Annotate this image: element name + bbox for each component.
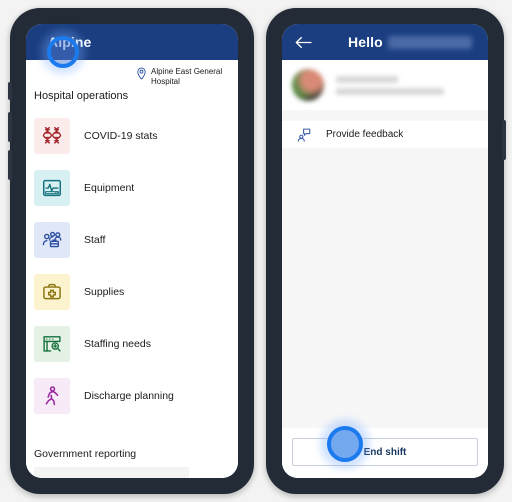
- phone-screen-left: Alpine Alpine East General Hospital Hosp…: [26, 24, 238, 478]
- list-item-supplies[interactable]: Supplies: [26, 266, 238, 318]
- list-item-staff[interactable]: Staff: [26, 214, 238, 266]
- app-header-left: Alpine: [26, 24, 238, 60]
- list-item-discharge-planning[interactable]: Discharge planning: [26, 370, 238, 422]
- tile-supplies: [34, 274, 70, 310]
- end-shift-button[interactable]: End shift: [292, 438, 478, 466]
- list-item-label: COVID-19 stats: [84, 130, 158, 142]
- government-reporting-placeholder-bar: [34, 467, 189, 478]
- phone-device-left: Alpine Alpine East General Hospital Hosp…: [8, 8, 254, 494]
- tile-covid-19-stats: [34, 118, 70, 154]
- tile-discharge-planning: [34, 378, 70, 414]
- profile-text: [336, 75, 444, 95]
- list-item-covid-19-stats[interactable]: COVID-19 stats: [26, 110, 238, 162]
- redacted-profile-name: [336, 75, 398, 83]
- left-screen-body: Alpine East General Hospital Hospital op…: [26, 60, 238, 478]
- back-button[interactable]: [294, 33, 312, 51]
- greeting-wrap: Hello: [348, 34, 472, 50]
- list-item-staffing-needs[interactable]: Staffing needs: [26, 318, 238, 370]
- end-shift-bar: End shift: [282, 428, 488, 478]
- tile-staffing-needs: [34, 326, 70, 362]
- greeting-text: Hello: [348, 34, 383, 50]
- feedback-person-icon: [297, 128, 311, 142]
- list-item-label: Equipment: [84, 182, 135, 194]
- redacted-user-name: [387, 35, 472, 49]
- location-line-2: Hospital: [151, 77, 180, 86]
- list-item-equipment[interactable]: Equipment: [26, 162, 238, 214]
- device-button-volume-up[interactable]: [8, 112, 12, 142]
- device-button-volume-down[interactable]: [8, 150, 12, 180]
- redacted-profile-subtitle: [336, 87, 444, 95]
- phone-screen-right: Hello Provide feedback End shift: [282, 24, 488, 478]
- list-item-label: Provide feedback: [326, 129, 404, 140]
- board-search-icon: [43, 336, 61, 352]
- list-item-provide-feedback[interactable]: Provide feedback: [282, 121, 488, 148]
- operations-list: COVID-19 stats Equipment Staff Supplies …: [26, 110, 238, 422]
- screenshot-canvas: Alpine Alpine East General Hospital Hosp…: [0, 0, 512, 502]
- location-text: Alpine East General Hospital: [151, 67, 222, 87]
- content-spacer: [282, 148, 488, 428]
- profile-card[interactable]: [282, 60, 488, 110]
- walking-person-icon: [45, 386, 59, 406]
- phone-device-right: Hello Provide feedback End shift: [266, 8, 506, 494]
- section-divider: [282, 110, 488, 121]
- avatar: [292, 69, 324, 101]
- location-line-1: Alpine East General: [151, 67, 223, 76]
- first-aid-kit-icon: [43, 283, 61, 300]
- location-pin-icon: [137, 67, 146, 80]
- government-reporting-title: Government reporting: [34, 448, 137, 460]
- government-reporting-section[interactable]: Government reporting: [26, 448, 238, 478]
- tile-equipment: [34, 170, 70, 206]
- list-item-label: Supplies: [84, 286, 125, 298]
- app-title: Alpine: [48, 34, 92, 50]
- app-header-right: Hello: [282, 24, 488, 60]
- list-item-label: Staff: [84, 234, 106, 246]
- list-item-label: Staffing needs: [84, 338, 151, 350]
- people-team-icon: [42, 231, 62, 248]
- location-indicator[interactable]: Alpine East General Hospital: [136, 67, 228, 87]
- device-button-mute[interactable]: [8, 82, 12, 100]
- virus-dna-icon: [42, 127, 62, 144]
- back-arrow-icon: [295, 36, 312, 48]
- section-title-hospital-operations: Hospital operations: [34, 90, 129, 102]
- list-item-label: Discharge planning: [84, 390, 174, 402]
- end-shift-label: End shift: [363, 446, 407, 458]
- tile-staff: [34, 222, 70, 258]
- right-screen-body: Provide feedback End shift: [282, 60, 488, 478]
- vital-monitor-icon: [43, 179, 61, 197]
- device-button-power[interactable]: [502, 120, 506, 160]
